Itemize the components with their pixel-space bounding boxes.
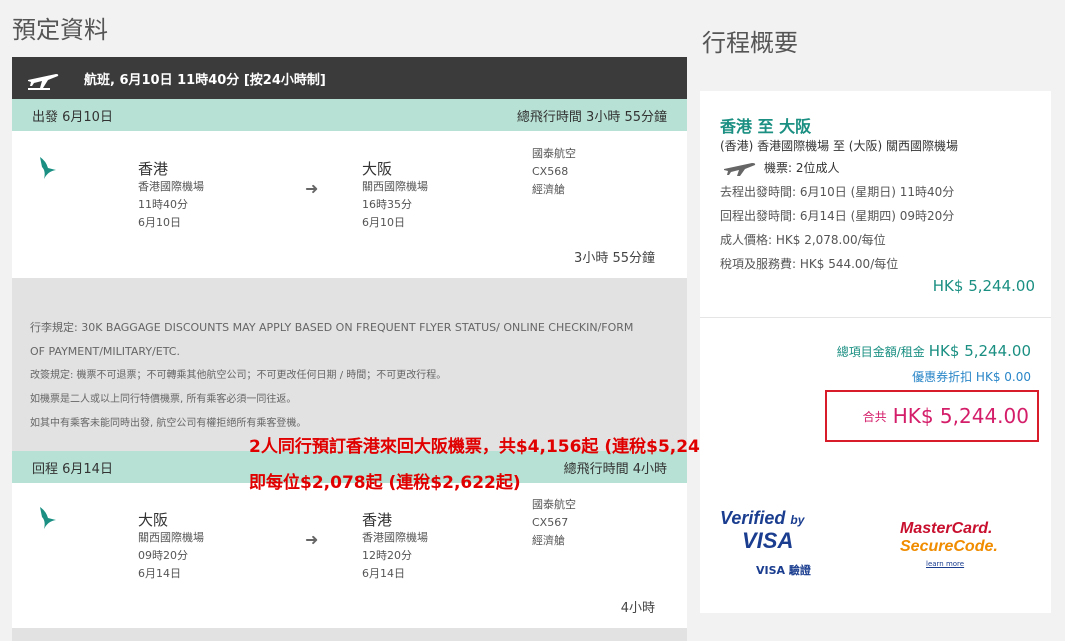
outbound-from-details: 香港國際機場 11時40分 6月10日 [138,178,204,232]
return-from-city: 大阪 [138,511,169,529]
verified-by-visa-badge[interactable]: Verified by VISA VISA 驗證 [720,508,820,578]
outbound-to-airport: 關西國際機場 [362,180,428,193]
divider [12,628,687,641]
grand-total-value: HK$ 5,244.00 [892,404,1029,428]
summary-subtotal: HK$ 5,244.00 [932,277,1035,295]
return-to-time: 12時20分 [362,549,412,562]
outbound-duration: 3小時 55分鐘 [574,251,655,266]
return-to-date: 6月14日 [362,567,405,580]
return-from-airport: 關西國際機場 [138,531,204,544]
flight-header: 航班, 6月10日 11時40分 [按24小時制] [12,57,687,99]
visa-by-text: by [790,513,805,527]
mc-learn-more-link[interactable]: learn more [900,560,1000,568]
outbound-to-details: 關西國際機場 16時35分 6月10日 [362,178,428,232]
promo-line-2: 即每位$2,078起 (連稅$2,622起) [249,473,521,493]
return-airline-info: 國泰航空 CX567 經濟艙 [532,496,576,550]
promo-line-1: 2人同行預訂香港來回大阪機票，共$4,156起 (連稅$5,244起)， [249,437,754,457]
total-items-label: 總項目金額/租金 [836,345,925,359]
return-to-details: 香港國際機場 12時20分 6月14日 [362,529,428,583]
outbound-to-date: 6月10日 [362,216,405,229]
fare-rules: 行李規定: 30K BAGGAGE DISCOUNTS MAY APPLY BA… [12,278,687,451]
outbound-from-airport: 香港國際機場 [138,180,204,193]
outbound-from-time: 11時40分 [138,198,188,211]
outbound-from-city: 香港 [138,160,169,178]
return-from-date: 6月14日 [138,567,181,580]
summary-adult-price: 成人價格: HK$ 2,078.00/每位 [720,233,886,247]
outbound-flight-no: CX568 [532,165,569,178]
outbound-to-city: 大阪 [362,160,393,178]
rules-change: 改簽規定: 機票不可退票；不可轉乘其他航空公司；不可更改任何日期 / 時間；不可… [30,370,447,381]
summary-airports: (香港) 香港國際機場 至 (大阪) 關西國際機場 [720,139,958,153]
visa-verified-text: Verified [720,508,786,528]
mastercard-securecode-badge[interactable]: MasterCard. SecureCode. learn more [900,520,1000,568]
grand-total-label: 合共 [862,409,887,424]
outbound-to-time: 16時35分 [362,198,412,211]
return-airline: 國泰航空 [532,498,576,511]
outbound-cabin: 經濟艙 [532,183,565,196]
cathay-logo-icon [40,157,56,179]
outbound-airline: 國泰航空 [532,147,576,160]
summary-total-items: 總項目金額/租金 HK$ 5,244.00 [837,342,1031,360]
return-total-duration: 總飛行時間 4小時 [563,461,667,477]
rules-baggage-2: OF PAYMENT/MILITARY/ETC. [30,345,180,358]
return-flight-no: CX567 [532,516,569,529]
outbound-bar: 出發 6月10日 總飛行時間 3小時 55分鐘 [12,99,687,131]
summary-tax: 稅項及服務費: HK$ 544.00/每位 [720,257,899,271]
return-from-time: 09時20分 [138,549,188,562]
return-date: 回程 6月14日 [32,461,113,477]
total-items-value: HK$ 5,244.00 [928,342,1031,360]
outbound-total-duration: 總飛行時間 3小時 55分鐘 [516,109,667,125]
return-segment: 大阪 關西國際機場 09時20分 6月14日 ➜ 香港 香港國際機場 12時20… [12,483,687,628]
summary-ticket: 機票: 2位成人 [764,161,840,175]
summary-divider [700,317,1051,318]
grand-total-box: 合共 HK$ 5,244.00 [825,390,1039,442]
booking-title: 預定資料 [12,16,108,44]
summary-route: 香港 至 大阪 [720,117,812,136]
plane-icon [724,163,756,176]
rules-baggage-1: 行李規定: 30K BAGGAGE DISCOUNTS MAY APPLY BA… [30,321,634,334]
return-to-city: 香港 [362,511,393,529]
visa-logo: VISA [742,528,794,553]
plane-icon [28,74,59,90]
return-duration: 4小時 [620,601,655,616]
outbound-segment: 香港 香港國際機場 11時40分 6月10日 ➜ 大阪 關西國際機場 16時35… [12,131,687,278]
outbound-date: 出發 6月10日 [32,109,113,125]
cathay-logo-icon [40,507,56,529]
summary-depart: 去程出發時間: 6月10日 (星期日) 11時40分 [720,185,955,199]
outbound-from-date: 6月10日 [138,216,181,229]
coupon-discount: 優惠券折扣 HK$ 0.00 [912,370,1031,384]
outbound-airline-info: 國泰航空 CX568 經濟艙 [532,145,576,199]
visa-verify-label: VISA 驗證 [756,564,811,577]
flight-header-text: 航班, 6月10日 11時40分 [按24小時制] [84,72,326,88]
summary-return: 回程出發時間: 6月14日 (星期四) 09時20分 [720,209,955,223]
mc-line-1: MasterCard. [900,520,993,537]
return-to-airport: 香港國際機場 [362,531,428,544]
arrow-right-icon: ➜ [305,530,319,549]
summary-title: 行程概要 [702,29,798,57]
return-cabin: 經濟艙 [532,534,565,547]
mc-line-2: SecureCode. [900,538,998,555]
return-from-details: 關西國際機場 09時20分 6月14日 [138,529,204,583]
arrow-right-icon: ➜ [305,179,319,198]
rules-group-1: 如機票是二人或以上同行特價機票, 所有乘客必須一同往返。 [30,394,297,405]
